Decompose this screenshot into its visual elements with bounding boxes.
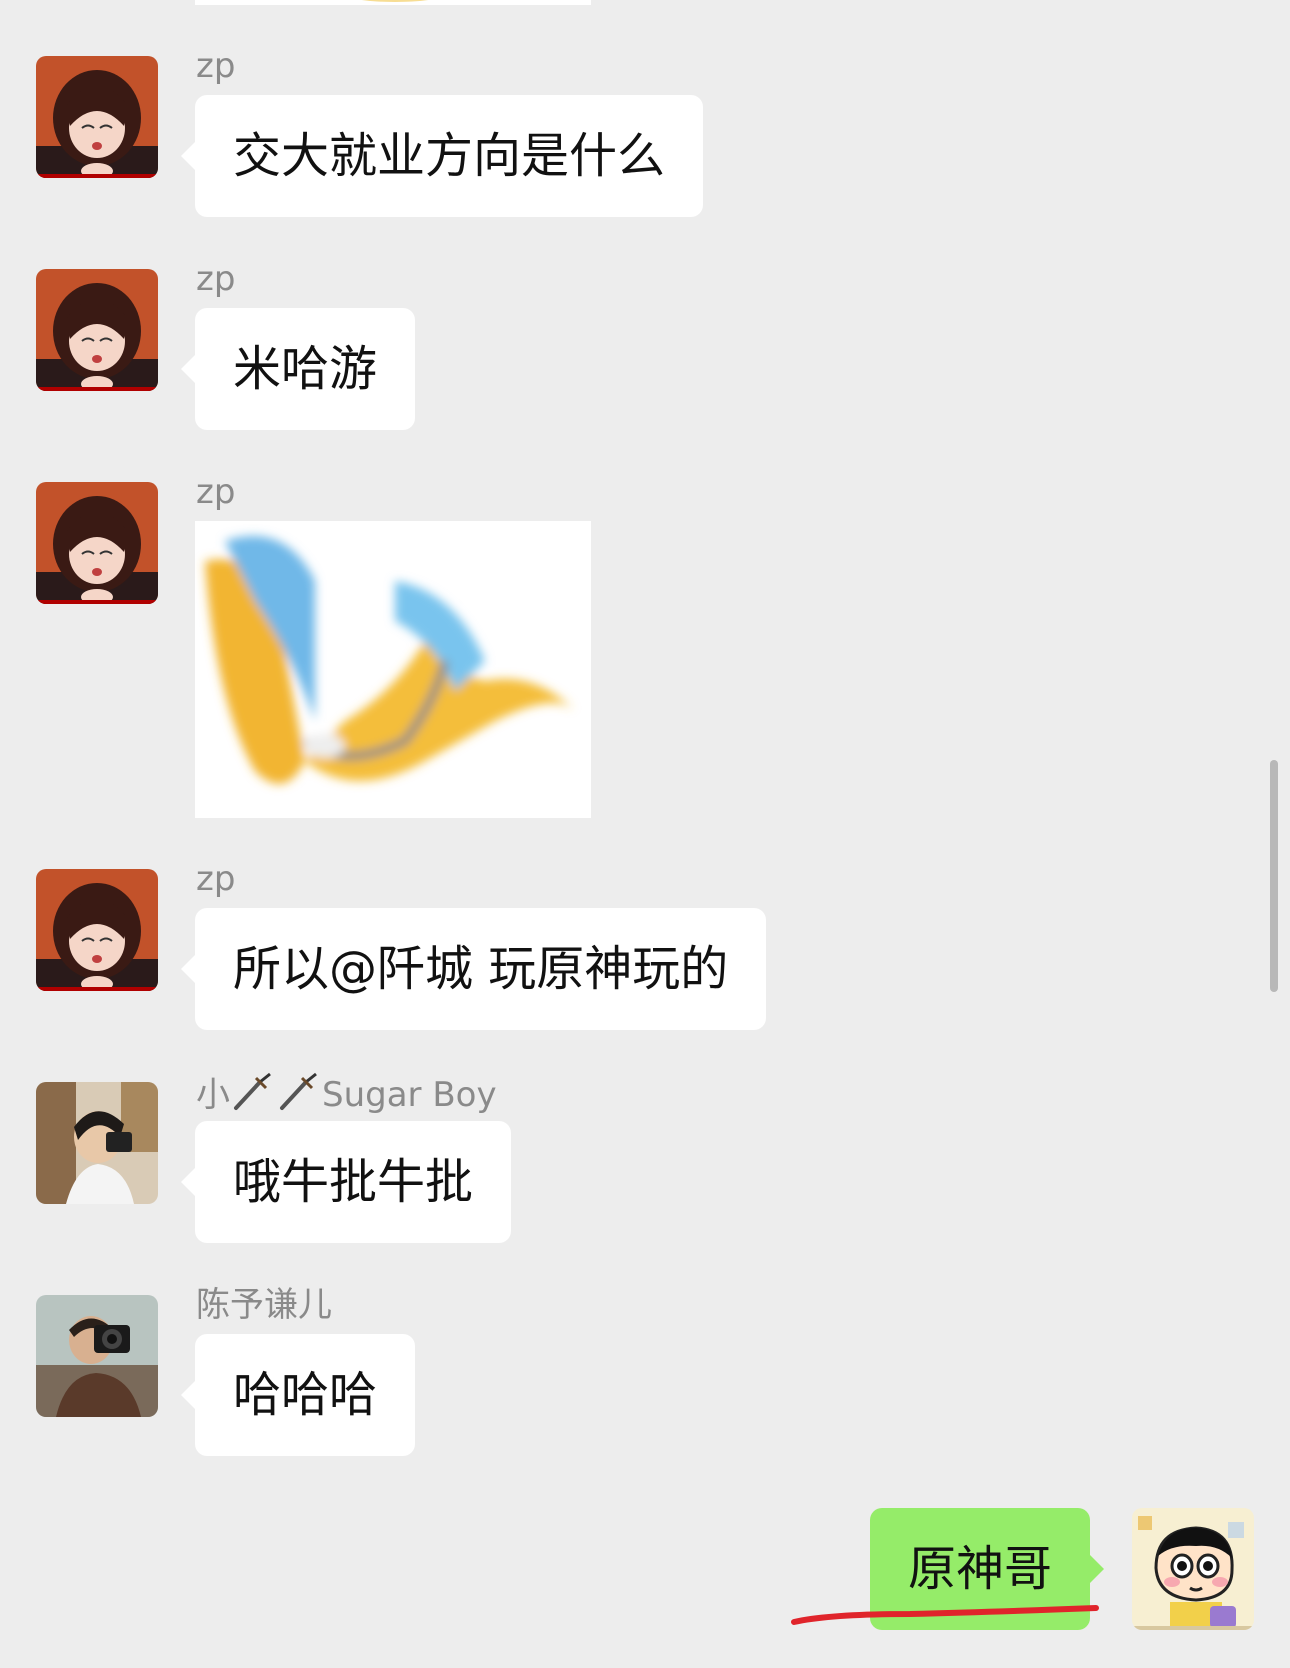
sender-name: zp (196, 259, 236, 299)
message-bubble[interactable]: 哦牛批牛批 (180, 1121, 512, 1243)
blurry-yellow-duck-sticker (195, 521, 591, 818)
scrollbar-thumb[interactable] (1270, 760, 1278, 992)
message-bubble[interactable]: 米哈游 (180, 308, 416, 430)
chat-messages-area[interactable]: zp 交大就业方向是什么 zp 米哈游 zp zp 所以@阡城 玩原神玩的 小 … (0, 0, 1290, 1668)
dagger-icon (230, 1072, 276, 1121)
avatar-sugar-boy[interactable] (36, 1082, 158, 1204)
avatar-self[interactable] (1132, 1508, 1254, 1630)
sender-name-prefix: 小 (196, 1075, 230, 1115)
message-bubble[interactable]: 所以@阡城 玩原神玩的 (180, 908, 767, 1030)
sender-name: zp (196, 472, 236, 512)
anime-avatar-icon (36, 869, 158, 991)
sender-name: 陈予谦儿 (196, 1285, 332, 1325)
photo-avatar-icon (36, 1082, 158, 1204)
avatar-zp[interactable] (36, 482, 158, 604)
avatar-chen-yuqian[interactable] (36, 1295, 158, 1417)
message-bubble[interactable]: 哈哈哈 (180, 1334, 416, 1456)
anime-avatar-icon (36, 482, 158, 604)
anime-avatar-icon (36, 269, 158, 391)
dagger-icon (276, 1072, 322, 1121)
message-bubble[interactable]: 交大就业方向是什么 (180, 95, 704, 217)
red-underline-annotation (791, 1605, 1099, 1625)
anime-avatar-icon (36, 56, 158, 178)
sticker-image (361, 0, 429, 2)
avatar-zp[interactable] (36, 269, 158, 391)
avatar-zp[interactable] (36, 869, 158, 991)
crayon-shin-chan-avatar-icon (1132, 1508, 1254, 1630)
sender-name: zp (196, 46, 236, 86)
sender-name-suffix: Sugar Boy (322, 1075, 497, 1115)
avatar-zp[interactable] (36, 56, 158, 178)
sender-name: zp (196, 859, 236, 899)
sticker-message-partial[interactable] (195, 0, 591, 5)
sticker-message[interactable] (195, 521, 591, 818)
sender-name: 小 Sugar Boy (196, 1072, 497, 1121)
photo-avatar-icon (36, 1295, 158, 1417)
